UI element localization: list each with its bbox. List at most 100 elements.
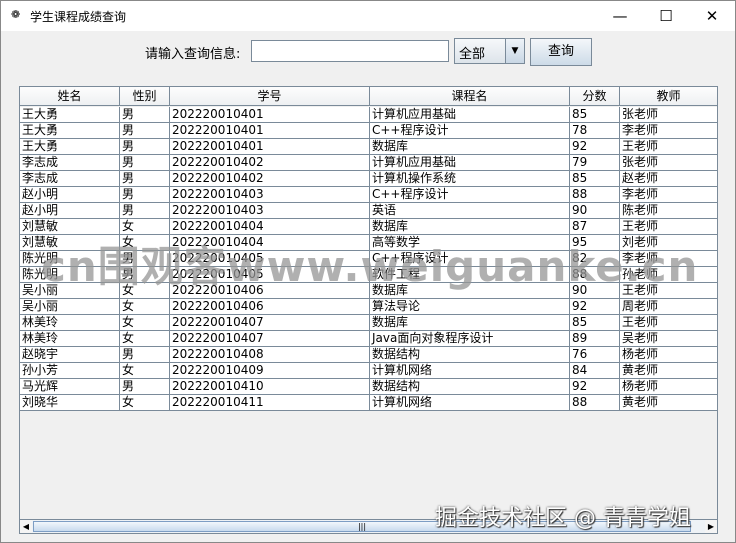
table-row[interactable]: 王大勇男 202220010401 C++程序设计 78 李老师 xyxy=(20,123,717,139)
table-cell[interactable]: 黄老师 xyxy=(620,395,717,411)
table-cell[interactable]: 王大勇 xyxy=(20,123,120,139)
table-cell[interactable]: 男 xyxy=(120,155,170,171)
table-cell[interactable]: 85 xyxy=(570,315,620,331)
table-cell[interactable]: 女 xyxy=(120,395,170,411)
table-cell[interactable]: 赵晓宇 xyxy=(20,347,120,363)
table-cell[interactable]: 男 xyxy=(120,203,170,219)
table-cell[interactable]: 张老师 xyxy=(620,155,717,171)
table-cell[interactable]: 王大勇 xyxy=(20,107,120,123)
table-row[interactable]: 刘晓华女 202220010411 计算机网络 88 黄老师 xyxy=(20,395,717,411)
table-cell[interactable]: 杨老师 xyxy=(620,347,717,363)
query-input[interactable] xyxy=(251,40,449,62)
table-cell[interactable]: 李志成 xyxy=(20,155,120,171)
table-row[interactable]: 李志成男 202220010402 计算机操作系统 85 赵老师 xyxy=(20,171,717,187)
table-row[interactable]: 林美玲女 202220010407 Java面向对象程序设计 89 吴老师 xyxy=(20,331,717,347)
column-header[interactable]: 学号 xyxy=(170,87,370,105)
table-cell[interactable]: 赵小明 xyxy=(20,203,120,219)
close-button[interactable]: ✕ xyxy=(689,3,735,29)
table-cell[interactable]: 计算机网络 xyxy=(370,395,570,411)
table-cell[interactable]: 76 xyxy=(570,347,620,363)
table-cell[interactable]: 78 xyxy=(570,123,620,139)
table-cell[interactable]: 男 xyxy=(120,187,170,203)
table-cell[interactable]: 女 xyxy=(120,331,170,347)
table-cell[interactable]: 杨老师 xyxy=(620,379,717,395)
table-cell[interactable]: 92 xyxy=(570,139,620,155)
table-cell[interactable]: 89 xyxy=(570,331,620,347)
table-cell[interactable]: 计算机应用基础 xyxy=(370,155,570,171)
table-cell[interactable]: 90 xyxy=(570,203,620,219)
table-cell[interactable]: 陈老师 xyxy=(620,203,717,219)
table-row[interactable]: 王大勇男 202220010401 计算机应用基础 85 张老师 xyxy=(20,107,717,123)
table-cell[interactable]: 王大勇 xyxy=(20,139,120,155)
table-cell[interactable]: 202220010406 xyxy=(170,299,370,315)
table-cell[interactable]: 男 xyxy=(120,139,170,155)
scroll-left-icon[interactable]: ◀ xyxy=(20,520,32,533)
table-cell[interactable]: 202220010403 xyxy=(170,187,370,203)
table-cell[interactable]: 黄老师 xyxy=(620,363,717,379)
table-cell[interactable]: 数据结构 xyxy=(370,379,570,395)
table-row[interactable]: 赵小明男 202220010403 英语 90 陈老师 xyxy=(20,203,717,219)
chevron-down-icon[interactable]: ▼ xyxy=(505,39,524,63)
table-cell[interactable]: 计算机应用基础 xyxy=(370,107,570,123)
table-cell[interactable]: 84 xyxy=(570,363,620,379)
table-cell[interactable]: 赵小明 xyxy=(20,187,120,203)
table-cell[interactable]: 202220010402 xyxy=(170,171,370,187)
column-header[interactable]: 分数 xyxy=(570,87,620,105)
table-cell[interactable]: 202220010411 xyxy=(170,395,370,411)
table-row[interactable]: 李志成男 202220010402 计算机应用基础 79 张老师 xyxy=(20,155,717,171)
table-cell[interactable]: 计算机操作系统 xyxy=(370,171,570,187)
table-cell[interactable]: 李志成 xyxy=(20,171,120,187)
scroll-right-icon[interactable]: ▶ xyxy=(705,520,717,533)
table-cell[interactable]: 202220010401 xyxy=(170,107,370,123)
column-header[interactable]: 性别 xyxy=(120,87,170,105)
table-row[interactable]: 赵晓宇男 202220010408 数据结构 76 杨老师 xyxy=(20,347,717,363)
query-button[interactable]: 查询 xyxy=(530,38,592,66)
table-cell[interactable]: 吴小丽 xyxy=(20,299,120,315)
table-cell[interactable]: 张老师 xyxy=(620,107,717,123)
table-cell[interactable]: 85 xyxy=(570,171,620,187)
table-cell[interactable]: C++程序设计 xyxy=(370,123,570,139)
table-cell[interactable]: 88 xyxy=(570,187,620,203)
table-cell[interactable]: 202220010407 xyxy=(170,315,370,331)
table-cell[interactable]: 202220010408 xyxy=(170,347,370,363)
table-cell[interactable]: 李老师 xyxy=(620,123,717,139)
table-row[interactable]: 赵小明男 202220010403 C++程序设计 88 李老师 xyxy=(20,187,717,203)
column-header[interactable]: 课程名 xyxy=(370,87,570,105)
table-cell[interactable]: 林美玲 xyxy=(20,331,120,347)
table-cell[interactable]: 202220010409 xyxy=(170,363,370,379)
table-cell[interactable]: 男 xyxy=(120,107,170,123)
table-cell[interactable]: 85 xyxy=(570,107,620,123)
table-cell[interactable]: 男 xyxy=(120,347,170,363)
column-header[interactable]: 姓名 xyxy=(20,87,120,105)
table-cell[interactable]: 数据库 xyxy=(370,139,570,155)
table-cell[interactable]: 92 xyxy=(570,379,620,395)
table-cell[interactable]: 79 xyxy=(570,155,620,171)
table-cell[interactable]: 202220010402 xyxy=(170,155,370,171)
table-row[interactable]: 林美玲女 202220010407 数据库 85 王老师 xyxy=(20,315,717,331)
table-cell[interactable]: Java面向对象程序设计 xyxy=(370,331,570,347)
table-cell[interactable]: 林美玲 xyxy=(20,315,120,331)
table-cell[interactable]: 孙小芳 xyxy=(20,363,120,379)
table-cell[interactable]: 李老师 xyxy=(620,187,717,203)
table-cell[interactable]: 刘晓华 xyxy=(20,395,120,411)
maximize-button[interactable]: ☐ xyxy=(643,3,689,29)
field-select[interactable]: 全部 ▼ xyxy=(454,38,525,64)
table-cell[interactable]: 男 xyxy=(120,171,170,187)
table-cell[interactable]: 202220010407 xyxy=(170,331,370,347)
table-cell[interactable]: 202220010401 xyxy=(170,123,370,139)
table-cell[interactable]: 马光辉 xyxy=(20,379,120,395)
table-cell[interactable]: 女 xyxy=(120,299,170,315)
table-cell[interactable]: 女 xyxy=(120,315,170,331)
table-cell[interactable]: 吴老师 xyxy=(620,331,717,347)
column-header[interactable]: 教师 xyxy=(620,87,717,105)
table-cell[interactable]: 202220010401 xyxy=(170,139,370,155)
table-cell[interactable]: 赵老师 xyxy=(620,171,717,187)
table-cell[interactable]: 202220010403 xyxy=(170,203,370,219)
table-cell[interactable]: 算法导论 xyxy=(370,299,570,315)
table-cell[interactable]: 男 xyxy=(120,379,170,395)
table-cell[interactable]: 计算机网络 xyxy=(370,363,570,379)
table-cell[interactable]: 女 xyxy=(120,363,170,379)
table-cell[interactable]: 92 xyxy=(570,299,620,315)
table-cell[interactable]: 男 xyxy=(120,123,170,139)
minimize-button[interactable]: — xyxy=(597,3,643,29)
